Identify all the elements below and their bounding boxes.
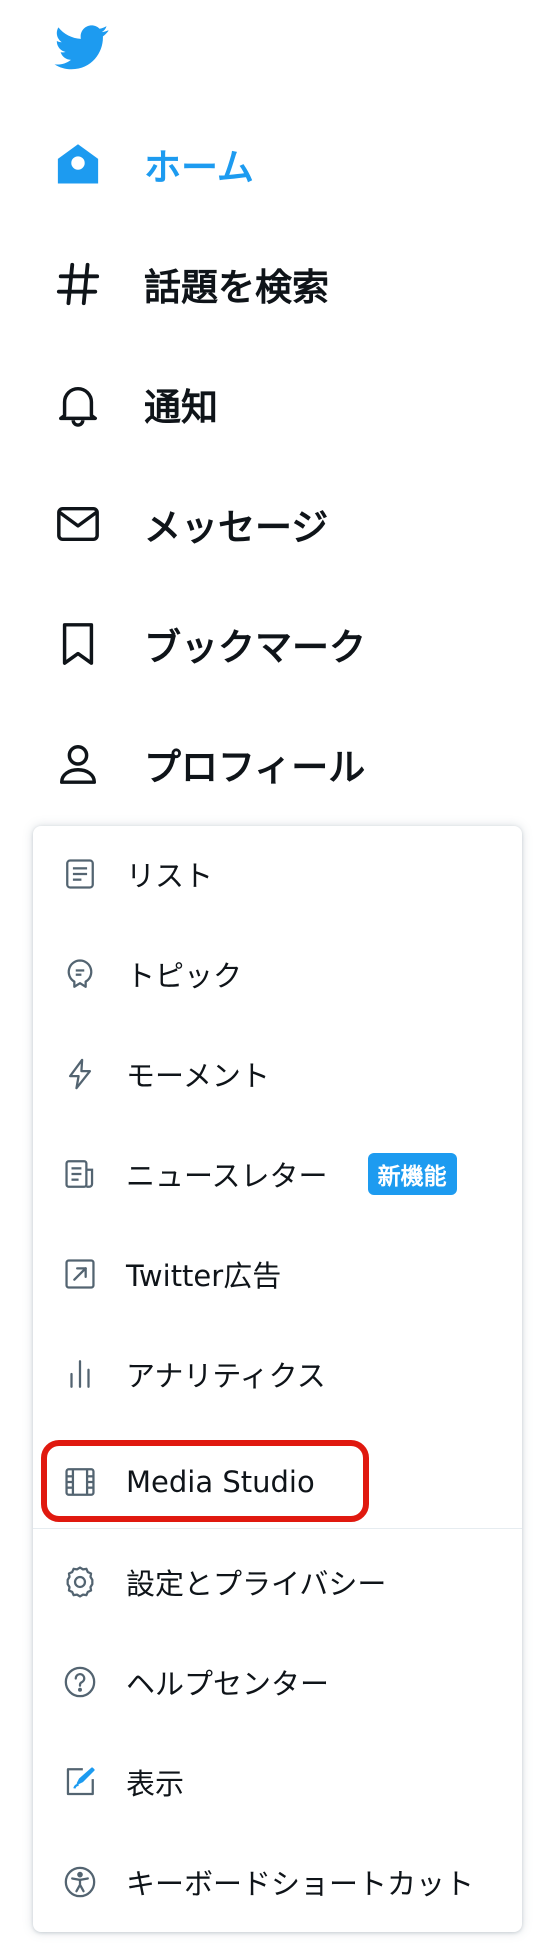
analytics-icon (60, 1354, 100, 1394)
nav-item-messages[interactable]: メッセージ (52, 492, 492, 556)
menu-item-label: モーメント (126, 1059, 270, 1093)
menu-item-label: キーボードショートカット (126, 1867, 475, 1901)
menu-item-label: リスト (126, 859, 214, 893)
nav-label: 通知 (144, 386, 218, 429)
twitter-bird-icon[interactable] (52, 20, 112, 74)
page: ホーム 話題を検索 通知 メッセージ ブックマーク プロフィール リスト トピッ… (0, 0, 542, 1944)
new-feature-badge: 新機能 (367, 1153, 457, 1195)
menu-item-media-studio[interactable]: Media Studio (33, 1440, 522, 1524)
nav-item-explore[interactable]: 話題を検索 (52, 252, 492, 316)
nav-label: プロフィール (144, 746, 366, 789)
hashtag-icon (52, 258, 104, 310)
menu-item-label: 設定とプライバシー (126, 1567, 387, 1601)
menu-item-label: トピック (126, 959, 243, 993)
menu-item-label: ニュースレター (126, 1159, 328, 1193)
more-menu: リスト トピック モーメント ニュースレター 新機能 Twitter広告 アナリ… (33, 826, 522, 1932)
menu-item-lists[interactable]: リスト (33, 832, 522, 916)
home-icon (52, 138, 104, 190)
menu-item-label: Twitter広告 (126, 1259, 282, 1293)
bookmark-icon (52, 618, 104, 670)
nav-label: 話題を検索 (144, 266, 329, 309)
nav-item-home[interactable]: ホーム (52, 132, 492, 196)
list-icon (60, 854, 100, 894)
bell-icon (52, 378, 104, 430)
envelope-icon (52, 498, 104, 550)
person-icon (52, 738, 104, 790)
film-icon (60, 1462, 100, 1502)
nav-label: ブックマーク (144, 626, 366, 669)
nav-label: ホーム (144, 146, 254, 189)
help-icon (60, 1662, 100, 1702)
menu-item-keyboard-shortcuts[interactable]: キーボードショートカット (33, 1840, 522, 1924)
menu-item-moments[interactable]: モーメント (33, 1032, 522, 1116)
menu-item-label: アナリティクス (126, 1359, 326, 1393)
menu-item-label: ヘルプセンター (126, 1667, 330, 1701)
menu-item-label: Media Studio (126, 1465, 315, 1499)
nav-item-profile[interactable]: プロフィール (52, 732, 492, 796)
menu-item-label: 表示 (126, 1767, 185, 1801)
menu-divider (33, 1528, 522, 1529)
menu-item-newsletters[interactable]: ニュースレター 新機能 (33, 1132, 522, 1216)
topic-icon (60, 954, 100, 994)
newsletter-icon (60, 1154, 100, 1194)
gear-icon (60, 1562, 100, 1602)
menu-item-twitter-ads[interactable]: Twitter広告 (33, 1232, 522, 1316)
menu-item-help-center[interactable]: ヘルプセンター (33, 1640, 522, 1724)
menu-item-topics[interactable]: トピック (33, 932, 522, 1016)
arrow-up-right-icon (60, 1254, 100, 1294)
nav-label: メッセージ (144, 506, 329, 549)
accessibility-icon (60, 1862, 100, 1902)
nav-item-bookmarks[interactable]: ブックマーク (52, 612, 492, 676)
menu-item-display[interactable]: 表示 (33, 1740, 522, 1824)
menu-item-settings[interactable]: 設定とプライバシー (33, 1540, 522, 1624)
menu-item-analytics[interactable]: アナリティクス (33, 1332, 522, 1416)
display-icon (60, 1762, 100, 1802)
nav-item-notifications[interactable]: 通知 (52, 372, 492, 436)
lightning-icon (60, 1054, 100, 1094)
